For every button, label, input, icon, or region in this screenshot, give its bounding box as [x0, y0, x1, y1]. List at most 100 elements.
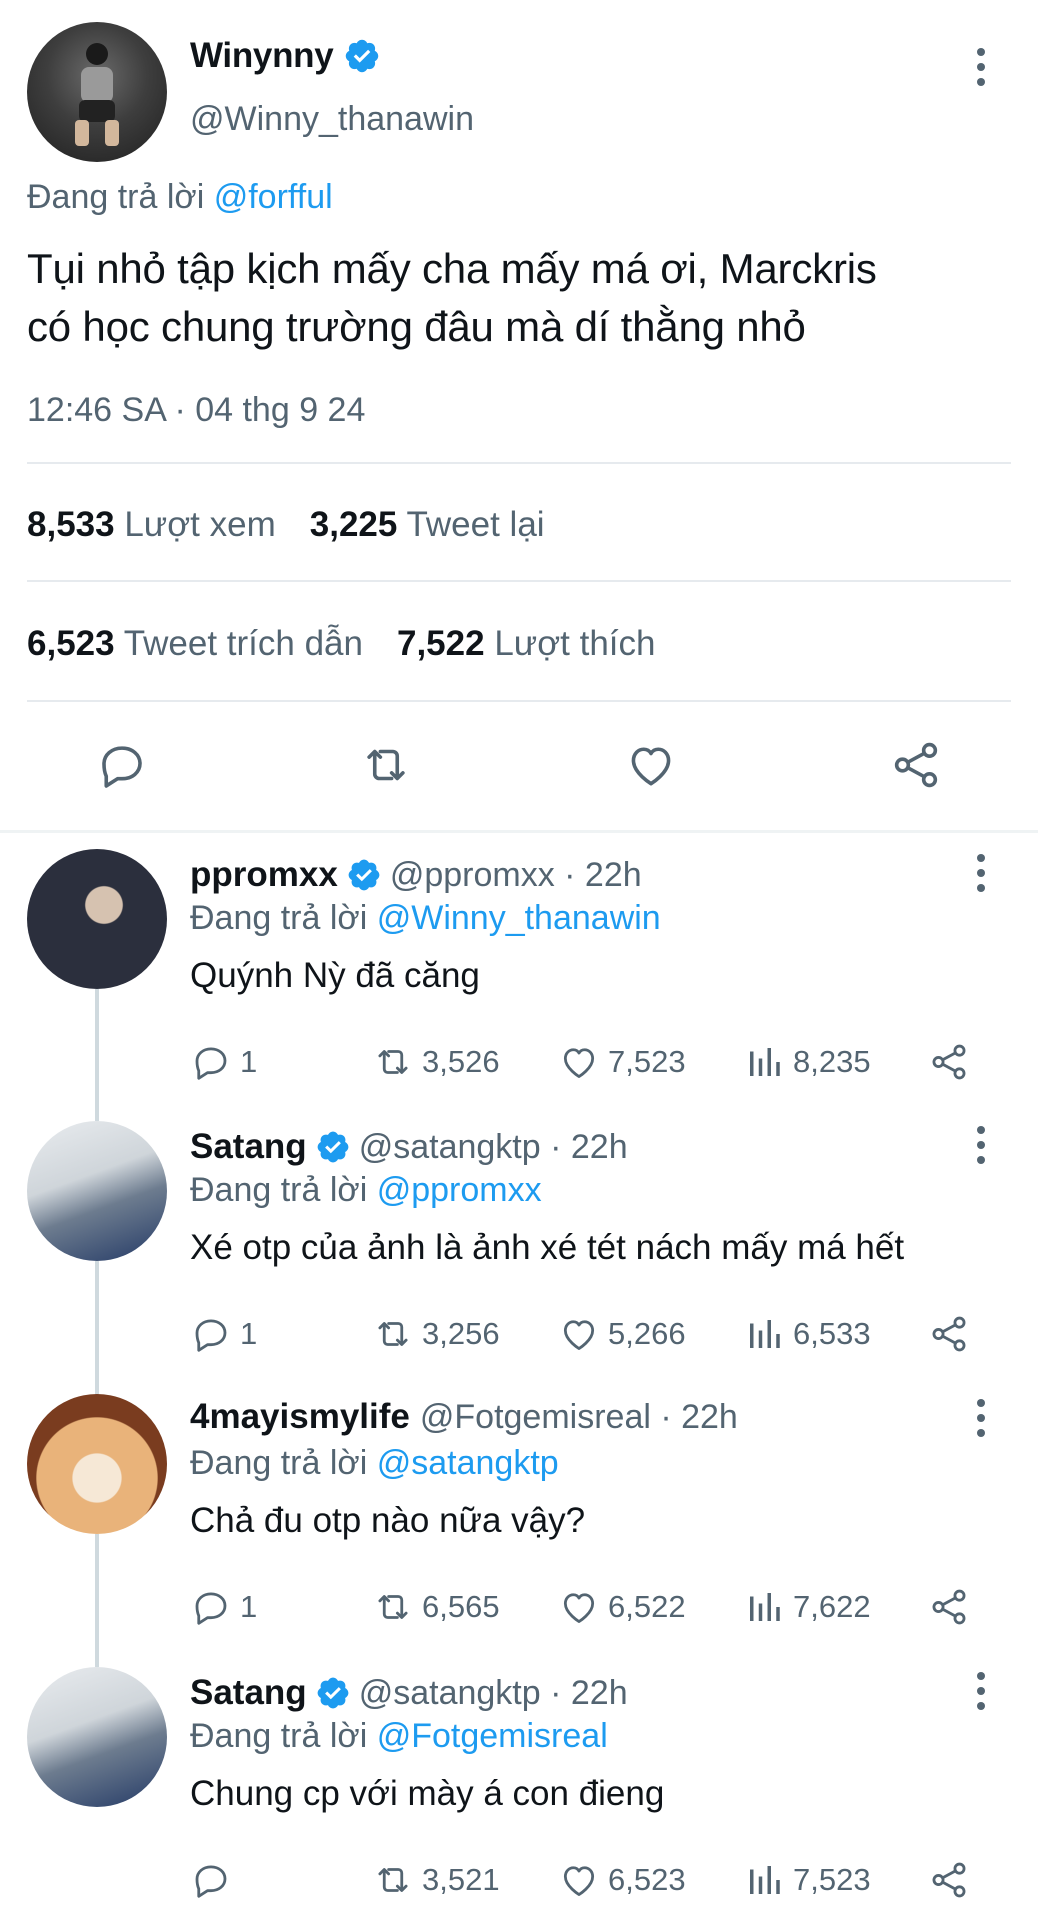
- more-vertical-icon: [977, 854, 985, 862]
- like-button[interactable]: [621, 735, 681, 795]
- share-icon: [928, 1313, 970, 1355]
- replying-to-line: Đang trả lời @satangktp: [190, 1444, 559, 1483]
- reply-handle-time[interactable]: @Fotgemisreal · 22h: [420, 1398, 738, 1437]
- share-button[interactable]: [928, 1039, 970, 1085]
- replying-to-line: Đang trả lời @Fotgemisreal: [190, 1717, 608, 1756]
- reply-tweet[interactable]: Satang @satangktp · 22h Đang trả lời @Fo…: [0, 1667, 1038, 1917]
- reply-handle-time[interactable]: @satangktp · 22h: [359, 1128, 628, 1167]
- replying-to-mention[interactable]: @forfful: [214, 178, 333, 216]
- quotes-count: 6,523: [27, 624, 115, 663]
- share-button[interactable]: [928, 1311, 970, 1357]
- retweet-button[interactable]: [356, 735, 416, 795]
- retweets-stat[interactable]: 3,225 Tweet lại: [310, 505, 545, 545]
- reply-text: Xé otp của ảnh là ảnh xé tét nách mấy má…: [190, 1228, 905, 1267]
- author-display-name[interactable]: Winynny: [190, 36, 334, 76]
- share-button[interactable]: [928, 1584, 970, 1630]
- retweet-icon: [372, 1041, 414, 1083]
- more-options-button[interactable]: [961, 1121, 1001, 1169]
- avatar[interactable]: [27, 22, 167, 162]
- like-button[interactable]: 6,523: [558, 1857, 686, 1903]
- quotes-stat[interactable]: 6,523 Tweet trích dẫn: [27, 624, 363, 664]
- retweet-button[interactable]: 3,256: [372, 1311, 500, 1357]
- replying-to-mention[interactable]: @Winny_thanawin: [377, 899, 661, 937]
- retweet-button[interactable]: 3,526: [372, 1039, 500, 1085]
- stats-row: 8,533 Lượt xem 3,225 Tweet lại: [27, 505, 545, 545]
- more-options-button[interactable]: [961, 849, 1001, 897]
- reply-button[interactable]: 1: [190, 1584, 257, 1630]
- views-count: 8,533: [27, 505, 115, 544]
- views-count: 6,533: [793, 1316, 871, 1351]
- share-icon: [928, 1586, 970, 1628]
- views-button[interactable]: 6,533: [743, 1311, 871, 1357]
- like-button[interactable]: 7,523: [558, 1039, 686, 1085]
- reply-tweet[interactable]: ppromxx @ppromxx · 22h Đang trả lời @Win…: [0, 849, 1038, 1121]
- reply-tweet[interactable]: 4mayismylife @Fotgemisreal · 22h Đang tr…: [0, 1394, 1038, 1667]
- retweet-count: 6,565: [422, 1589, 500, 1624]
- views-button[interactable]: 7,523: [743, 1857, 871, 1903]
- reply-header: ppromxx @ppromxx · 22h: [190, 855, 642, 895]
- reply-author-name[interactable]: 4mayismylife: [190, 1397, 410, 1437]
- verified-badge-icon: [343, 37, 381, 75]
- like-button[interactable]: 5,266: [558, 1311, 686, 1357]
- replying-to-mention[interactable]: @satangktp: [377, 1444, 559, 1482]
- share-button[interactable]: [886, 735, 946, 795]
- reply-count: 1: [240, 1044, 258, 1079]
- tweet-text-line: có học chung trường đâu mà dí thằng nhỏ: [27, 303, 806, 350]
- views-stat[interactable]: 8,533 Lượt xem: [27, 505, 276, 545]
- reply-button[interactable]: [190, 1857, 240, 1903]
- views-count: 8,235: [793, 1044, 871, 1079]
- replying-to-label: Đang trả lời: [190, 1444, 368, 1482]
- tweet-timestamp[interactable]: 12:46 SA · 04 thg 9 24: [27, 391, 365, 430]
- replying-to-mention[interactable]: @Fotgemisreal: [377, 1717, 608, 1755]
- like-button[interactable]: 6,522: [558, 1584, 686, 1630]
- views-bar-chart-icon: [743, 1586, 785, 1628]
- tweet-text: Tụi nhỏ tập kịch mấy cha mấy má ơi, Marc…: [27, 240, 1017, 356]
- reply-actions: 3,521 6,523 7,523: [0, 1857, 1038, 1903]
- divider: [27, 462, 1011, 464]
- author-handle[interactable]: @Winny_thanawin: [190, 100, 474, 139]
- retweet-icon: [372, 1313, 414, 1355]
- avatar[interactable]: [27, 1394, 167, 1534]
- reply-button[interactable]: 1: [190, 1311, 257, 1357]
- avatar-figure-icon: [75, 43, 119, 146]
- more-options-button[interactable]: [961, 1667, 1001, 1715]
- reply-bubble-icon: [190, 1859, 232, 1901]
- reply-button[interactable]: 1: [190, 1039, 257, 1085]
- views-button[interactable]: 8,235: [743, 1039, 871, 1085]
- avatar[interactable]: [27, 1667, 167, 1807]
- share-button[interactable]: [928, 1857, 970, 1903]
- reply-text: Chung cp với mày á con đieng: [190, 1774, 665, 1813]
- likes-stat[interactable]: 7,522 Lượt thích: [397, 624, 656, 664]
- views-bar-chart-icon: [743, 1041, 785, 1083]
- replying-to-mention[interactable]: @ppromxx: [377, 1171, 542, 1209]
- retweet-button[interactable]: 3,521: [372, 1857, 500, 1903]
- reply-actions: 1 3,256 5,266 6,533: [0, 1311, 1038, 1357]
- reply-author-name[interactable]: Satang: [190, 1673, 307, 1713]
- reply-author-name[interactable]: Satang: [190, 1127, 307, 1167]
- retweet-icon: [372, 1859, 414, 1901]
- retweet-count: 3,256: [422, 1316, 500, 1351]
- tweet-actions: [0, 735, 1038, 795]
- views-button[interactable]: 7,622: [743, 1584, 871, 1630]
- reply-handle-time[interactable]: @ppromxx · 22h: [390, 856, 642, 895]
- replying-to-label: Đang trả lời: [190, 899, 368, 937]
- likes-count: 7,522: [396, 624, 485, 663]
- share-icon: [889, 738, 943, 792]
- reply-count: 1: [240, 1316, 258, 1351]
- replying-to-line: Đang trả lời @forfful: [27, 178, 333, 217]
- more-options-button[interactable]: [961, 43, 1001, 91]
- reply-author-name[interactable]: ppromxx: [190, 855, 338, 895]
- reply-button[interactable]: [92, 735, 152, 795]
- more-options-button[interactable]: [961, 1394, 1001, 1442]
- share-icon: [928, 1041, 970, 1083]
- reply-header: Satang @satangktp · 22h: [190, 1673, 628, 1713]
- reply-handle-time[interactable]: @satangktp · 22h: [359, 1674, 628, 1713]
- avatar[interactable]: [27, 849, 167, 989]
- reply-tweet[interactable]: Satang @satangktp · 22h Đang trả lời @pp…: [0, 1121, 1038, 1396]
- retweet-button[interactable]: 6,565: [372, 1584, 500, 1630]
- avatar[interactable]: [27, 1121, 167, 1261]
- reply-header: Satang @satangktp · 22h: [190, 1127, 628, 1167]
- like-count: 6,523: [608, 1862, 686, 1897]
- heart-icon: [558, 1041, 600, 1083]
- replying-to-label: Đang trả lời: [190, 1717, 368, 1755]
